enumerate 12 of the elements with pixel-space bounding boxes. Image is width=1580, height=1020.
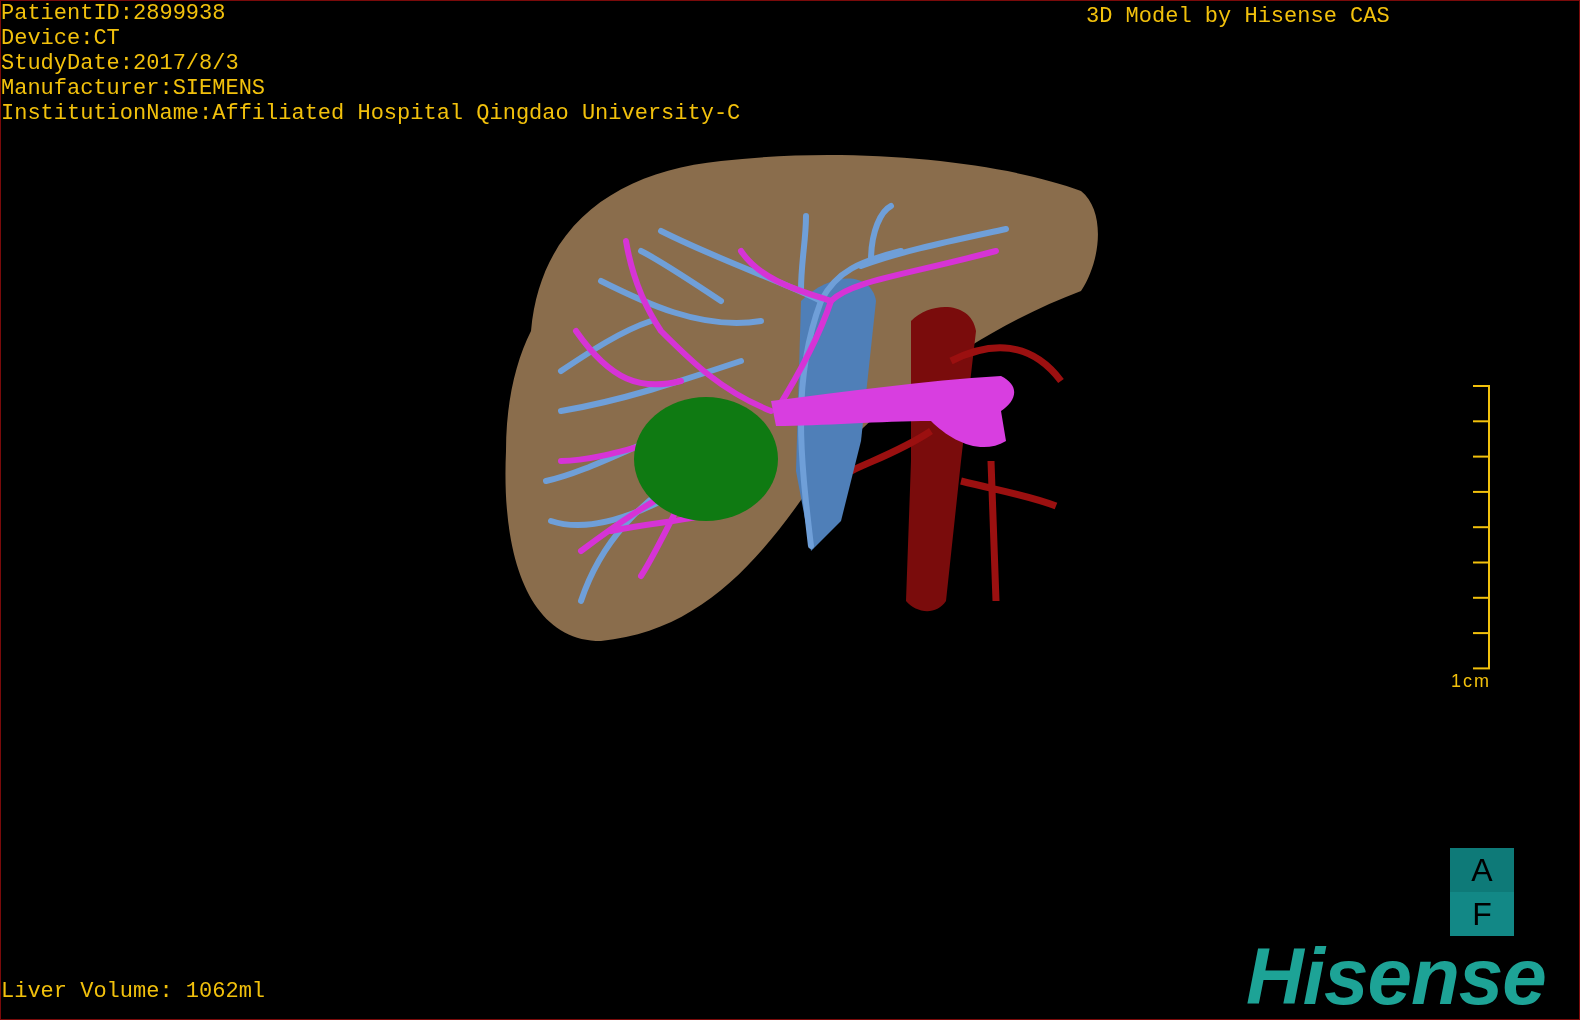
brand-logo: Hisense [1246,937,1546,1017]
model-credit-text: 3D Model by Hisense CAS [1086,3,1390,31]
patient-info-text: InstitutionName:Affiliated Hospital Qingdao University-C [1,101,741,126]
patient-info-text: Device:CT [1,26,121,51]
patient-info-text: Manufacturer:SIEMENS [1,76,267,101]
liver-volume-text: Liver Volume: 1062ml [1,979,266,1005]
patient-info-text: StudyDate:2017/8/3 [1,51,240,76]
orientation-marker-label: A [1450,848,1514,892]
scale-bar-label: 1cm [1451,670,1491,692]
orientation-marker-label: F [1450,892,1514,936]
patient-info-text: PatientID:2899938 [1,1,227,26]
scale-bar-icon [1473,385,1491,670]
